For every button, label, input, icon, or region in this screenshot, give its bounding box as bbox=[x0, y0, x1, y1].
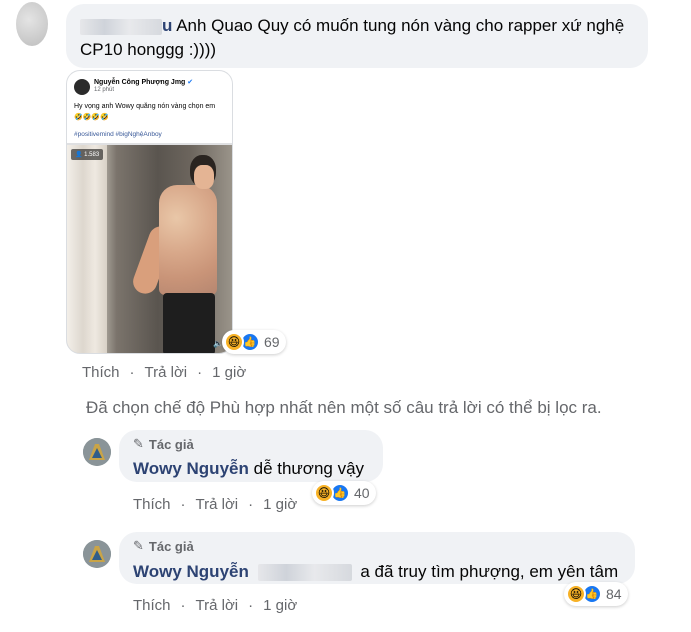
top-comment-bubble: u Anh Quao Quy có muốn tung nón vàng cho… bbox=[66, 4, 648, 68]
pencil-icon: ✎ bbox=[133, 436, 144, 451]
separator-dot: · bbox=[248, 597, 254, 614]
reply-actions: Thích · Trả lời · 1 giờ bbox=[133, 597, 297, 614]
author-badge: ✎ Tác giả bbox=[133, 436, 194, 452]
embedded-post-hashtags: #positivemind #bigNghệAnboy bbox=[74, 131, 162, 138]
curtain bbox=[67, 145, 107, 353]
top-comment-reactions[interactable]: 😆 👍 69 bbox=[222, 330, 286, 354]
like-link[interactable]: Thích bbox=[82, 364, 120, 381]
verified-icon: ✔ bbox=[187, 79, 194, 86]
reply-actions: Thích · Trả lời · 1 giờ bbox=[133, 496, 297, 513]
top-comment-actions: Thích · Trả lời · 1 giờ bbox=[82, 364, 246, 381]
comment-time[interactable]: 1 giờ bbox=[212, 364, 246, 381]
haha-icon: 😆 bbox=[314, 483, 334, 503]
filter-note: Đã chọn chế độ Phù hợp nhất nên một số c… bbox=[86, 398, 602, 417]
person-pants bbox=[163, 293, 215, 353]
reaction-count: 69 bbox=[264, 334, 280, 350]
embedded-post-caption: Hy vọng anh Wowy quăng nón vàng chọn em bbox=[74, 103, 216, 110]
reply-reactions[interactable]: 😆 👍 84 bbox=[564, 582, 628, 606]
embedded-post-header: Nguyễn Công Phượng Jmg ✔ 12 phút Hy vọng… bbox=[67, 71, 232, 143]
embedded-post-emojis: 🤣🤣🤣🤣 bbox=[74, 114, 109, 121]
reply-bubble: ✎ Tác giả Wowy Nguyễn a đã truy tìm phượ… bbox=[119, 532, 635, 584]
reply-link[interactable]: Trả lời bbox=[196, 597, 239, 614]
pencil-icon: ✎ bbox=[133, 538, 144, 553]
like-link[interactable]: Thích bbox=[133, 597, 171, 614]
reply-author-name[interactable]: Wowy Nguyễn bbox=[133, 459, 249, 478]
haha-icon: 😆 bbox=[224, 332, 244, 352]
comment-text-line2: CP10 honggg :)))) bbox=[80, 40, 217, 59]
author-badge: ✎ Tác giả bbox=[133, 538, 194, 554]
reaction-count: 40 bbox=[354, 485, 370, 501]
reply-link[interactable]: Trả lời bbox=[145, 364, 188, 381]
reply-author-avatar[interactable] bbox=[83, 540, 111, 568]
commenter-avatar[interactable] bbox=[16, 2, 48, 46]
reply-author-avatar[interactable] bbox=[83, 438, 111, 466]
reaction-count: 84 bbox=[606, 586, 622, 602]
viewer-count: 👤 1.583 bbox=[71, 149, 104, 160]
separator-dot: · bbox=[248, 496, 254, 513]
reply-reactions[interactable]: 😆 👍 40 bbox=[312, 481, 376, 505]
person-face bbox=[194, 165, 214, 189]
reply-link[interactable]: Trả lời bbox=[196, 496, 239, 513]
embedded-poster-avatar bbox=[74, 79, 90, 95]
embedded-poster-name: Nguyễn Công Phượng Jmg bbox=[94, 79, 186, 86]
mentioned-name-blurred[interactable] bbox=[257, 564, 352, 582]
embedded-post-time: 12 phút bbox=[94, 87, 115, 93]
reply-bubble: ✎ Tác giả Wowy Nguyễn dễ thương vậy bbox=[119, 430, 383, 482]
separator-dot: · bbox=[197, 364, 203, 381]
comment-time[interactable]: 1 giờ bbox=[263, 597, 297, 614]
reply-author-name[interactable]: Wowy Nguyễn bbox=[133, 562, 249, 581]
like-link[interactable]: Thích bbox=[133, 496, 171, 513]
comment-attached-image[interactable]: Nguyễn Công Phượng Jmg ✔ 12 phút Hy vọng… bbox=[66, 70, 233, 354]
separator-dot: · bbox=[180, 496, 186, 513]
separator-dot: · bbox=[129, 364, 135, 381]
commenter-name-partial[interactable]: u bbox=[162, 16, 172, 35]
embedded-video-frame: 👤 1.583 🔈 bbox=[67, 145, 232, 353]
person-shirt bbox=[159, 185, 217, 295]
comment-time[interactable]: 1 giờ bbox=[263, 496, 297, 513]
reply-text: a đã truy tìm phượng, em yên tâm bbox=[360, 562, 619, 581]
separator-dot: · bbox=[180, 597, 186, 614]
volume-icon[interactable]: 🔈 bbox=[213, 339, 223, 348]
comment-text-line1: Anh Quao Quy có muốn tung nón vàng cho r… bbox=[176, 16, 625, 35]
reply-text: dễ thương vậy bbox=[253, 459, 365, 478]
haha-icon: 😆 bbox=[566, 584, 586, 604]
commenter-name-blurred[interactable] bbox=[80, 18, 162, 35]
